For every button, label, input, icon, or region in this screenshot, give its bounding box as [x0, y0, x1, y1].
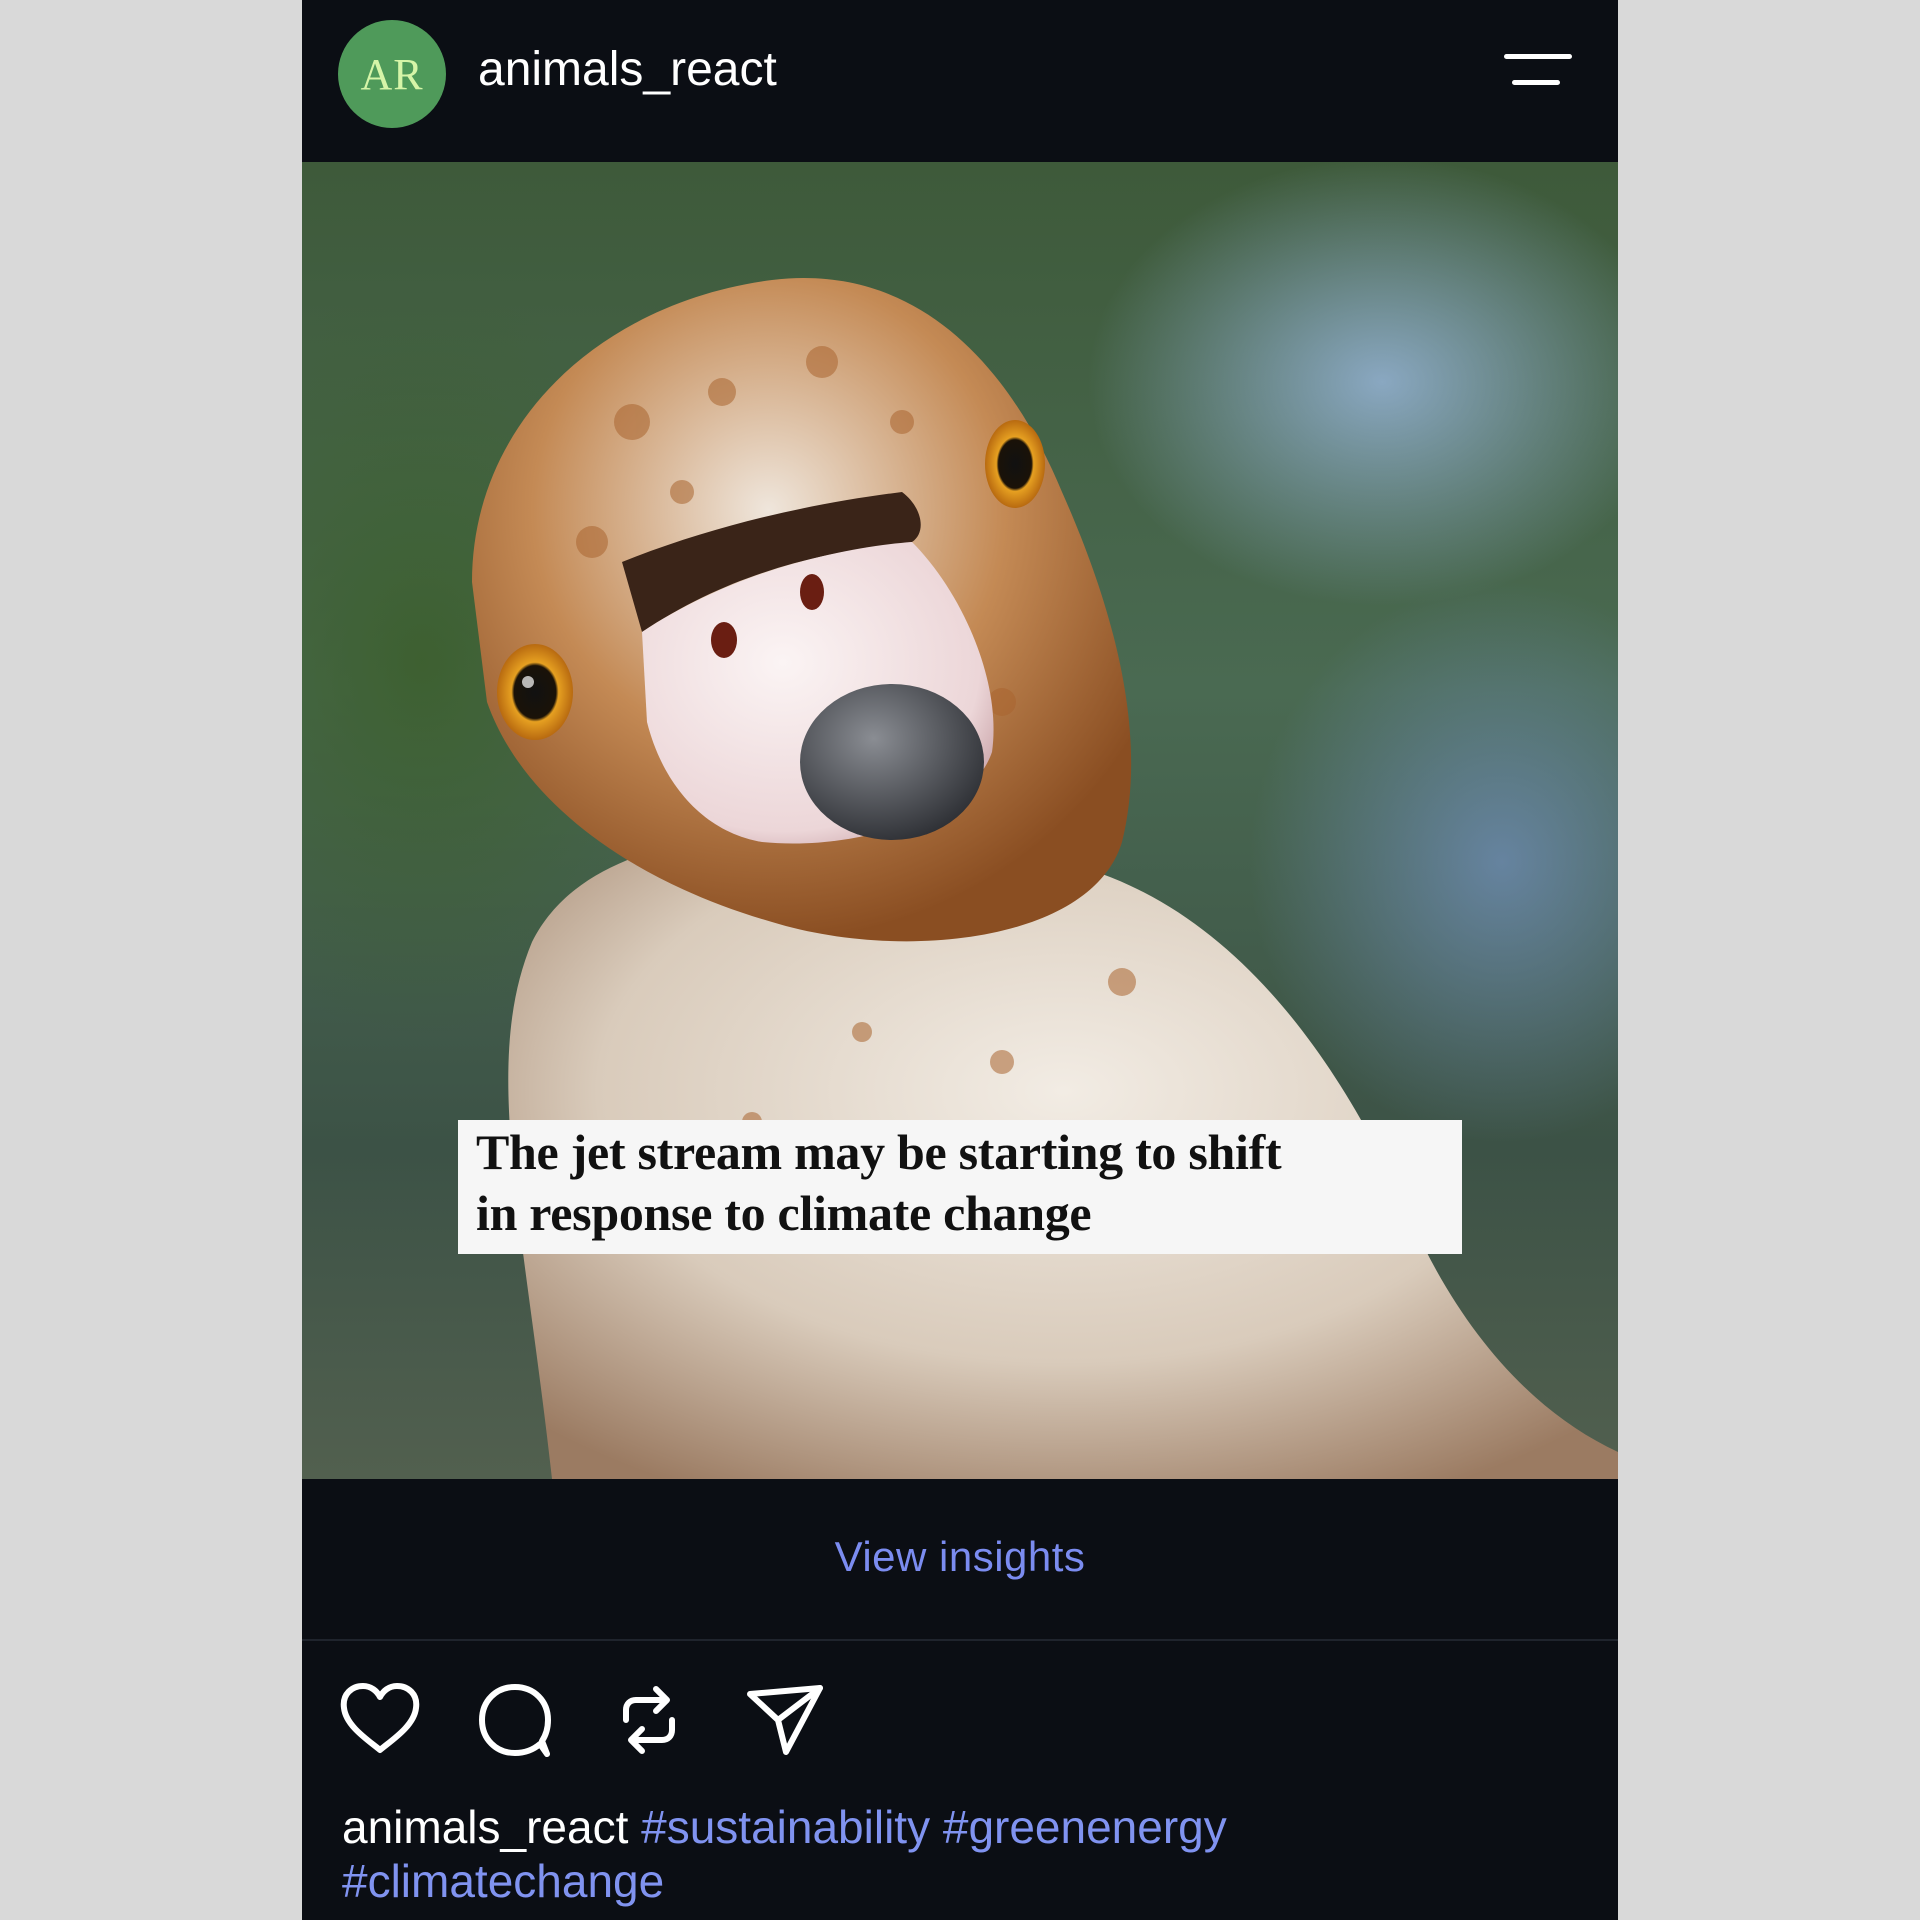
hashtag-greenenergy[interactable]: #greenenergy — [943, 1801, 1227, 1853]
hashtag-climatechange[interactable]: #climatechange — [342, 1855, 664, 1907]
repost-icon-svg — [623, 1686, 675, 1754]
hashtag-sustainability[interactable]: #sustainability — [641, 1801, 930, 1853]
menu-bar-top — [1504, 54, 1572, 59]
comment-icon-svg — [479, 1684, 551, 1757]
repost-icon[interactable] — [608, 1680, 692, 1760]
post-caption: animals_react #sustainability #greenener… — [342, 1800, 1582, 1908]
send-icon[interactable] — [742, 1680, 826, 1760]
action-bar — [302, 1680, 1618, 1760]
comment-icon[interactable] — [474, 1680, 558, 1760]
post-header: AR animals_react — [302, 0, 1618, 162]
post-image[interactable]: The jet stream may be starting to shift … — [302, 162, 1618, 1479]
view-insights-link[interactable]: View insights — [302, 1531, 1618, 1583]
menu-bar-bottom — [1512, 80, 1560, 85]
headline-line-2: in response to climate change — [476, 1185, 1092, 1241]
send-icon-svg — [747, 1685, 823, 1755]
hamburger-menu-icon[interactable] — [1504, 46, 1584, 96]
headline-overlay: The jet stream may be starting to shift … — [458, 1120, 1462, 1254]
post-screen: AR animals_react The jet stream may be s… — [302, 0, 1618, 1920]
avatar[interactable]: AR — [338, 20, 446, 128]
username[interactable]: animals_react — [478, 40, 777, 100]
headline-line-1: The jet stream may be starting to shift — [476, 1124, 1282, 1180]
insights-bar: View insights — [302, 1479, 1618, 1641]
caption-username[interactable]: animals_react — [342, 1801, 628, 1853]
heart-icon-svg — [340, 1683, 420, 1753]
avatar-initials: AR — [360, 49, 424, 99]
goose-photo — [472, 278, 1618, 1479]
heart-icon[interactable] — [338, 1680, 422, 1760]
